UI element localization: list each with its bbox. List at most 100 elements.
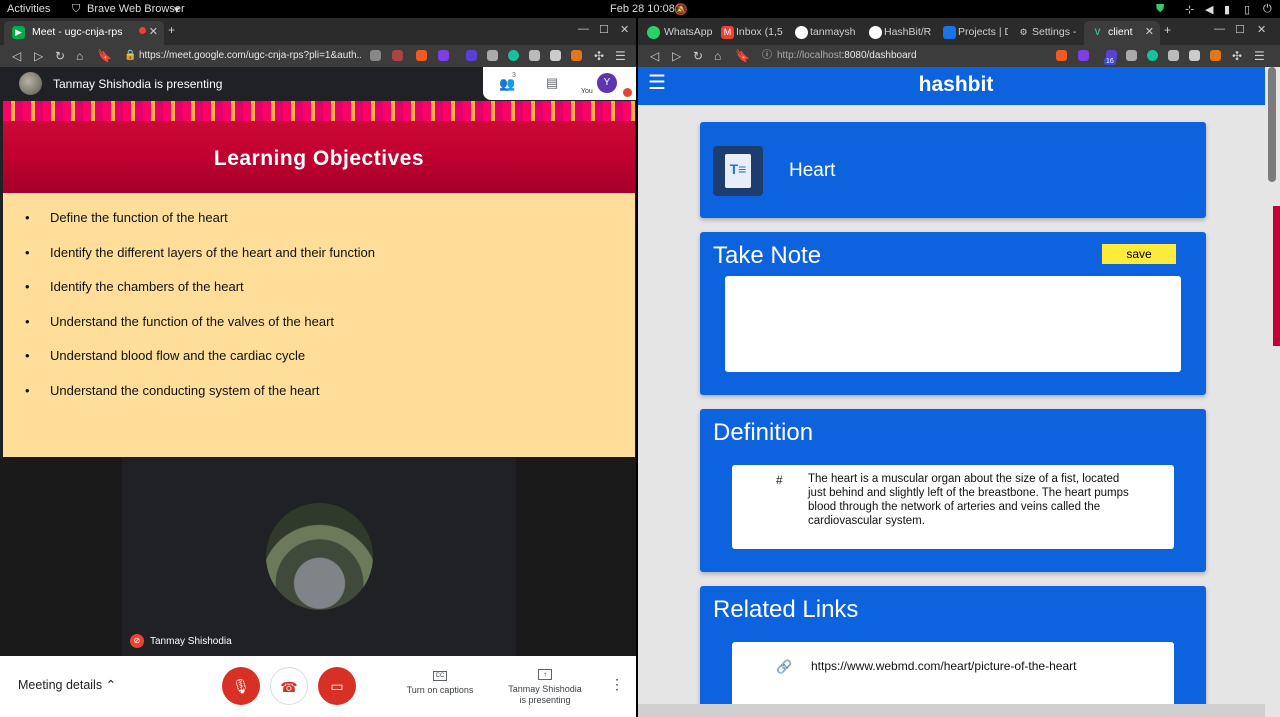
- puzzle-icon[interactable]: ✣: [1232, 49, 1242, 63]
- grammarly-icon[interactable]: [1147, 50, 1158, 61]
- tab-client[interactable]: Vclient ✕: [1084, 21, 1160, 45]
- clock[interactable]: Feb 28 10:08: [610, 3, 675, 15]
- presentation-slide: Learning Objectives Define the function …: [3, 101, 635, 457]
- avatar: [19, 72, 42, 95]
- brave-shield-icon[interactable]: [416, 50, 427, 61]
- home-icon[interactable]: ⌂: [714, 49, 721, 63]
- app-header: ☰ hashbit: [638, 67, 1265, 105]
- scrollbar-thumb[interactable]: [1268, 67, 1276, 182]
- reload-icon[interactable]: ↻: [55, 49, 65, 63]
- maximize-icon[interactable]: ☐: [1235, 23, 1245, 36]
- captions-button[interactable]: CC Turn on captions: [402, 671, 478, 696]
- camera-toggle-button[interactable]: ▭: [318, 667, 356, 705]
- app-menu[interactable]: Brave Web Browser: [87, 3, 185, 15]
- hang-up-button[interactable]: ☎: [270, 667, 308, 705]
- slide-pattern: [3, 101, 635, 121]
- power-icon[interactable]: ⏻: [1263, 3, 1272, 16]
- brave-shield-icon[interactable]: [1056, 50, 1067, 61]
- present-button[interactable]: ↑ Tanmay Shishodia is presenting: [505, 669, 585, 706]
- menu-icon[interactable]: ☰: [1254, 49, 1265, 63]
- mic-blocked-icon[interactable]: [392, 50, 403, 61]
- tab-github[interactable]: tanmaysh: [788, 21, 860, 45]
- presenting-label: Tanmay Shishodia is presenting: [53, 77, 223, 91]
- chat-icon[interactable]: ▤: [546, 75, 558, 91]
- minimize-icon[interactable]: —: [578, 23, 589, 35]
- slide-title: Learning Objectives: [213, 147, 425, 170]
- forward-icon[interactable]: ▷: [672, 49, 681, 63]
- mic-icon[interactable]: ▮: [1224, 3, 1230, 16]
- home-icon[interactable]: ⌂: [76, 49, 83, 63]
- reload-icon[interactable]: ↻: [693, 49, 703, 63]
- extension-icon[interactable]: [1189, 50, 1200, 61]
- document-icon: T≡: [713, 146, 763, 196]
- rewards-icon[interactable]: [1078, 50, 1089, 61]
- tab-title: Projects | D: [958, 26, 1008, 38]
- extension-icon[interactable]: [550, 50, 561, 61]
- metamask-icon[interactable]: [1210, 50, 1221, 61]
- close-tab-icon[interactable]: ✕: [149, 25, 158, 38]
- meet-top-bar: Tanmay Shishodia is presenting 👥 3 ▤ Y Y…: [0, 67, 636, 101]
- horizontal-scrollbar[interactable]: [638, 704, 1265, 717]
- tab-projects[interactable]: Projects | D: [936, 21, 1008, 45]
- github-icon: [795, 26, 808, 39]
- avatar[interactable]: Y: [597, 73, 617, 93]
- extension-icon[interactable]: [1168, 50, 1179, 61]
- list-item: Identify the different layers of the hea…: [25, 245, 375, 280]
- extension-icon[interactable]: [1126, 50, 1137, 61]
- tab-whatsapp[interactable]: WhatsApp: [640, 21, 712, 45]
- url-field[interactable]: https://meet.google.com/ugc-cnja-rps?pli…: [139, 48, 361, 64]
- tab-hashbit-repo[interactable]: HashBit/R: [862, 21, 934, 45]
- tab-title: Meet - ugc-cnja-rps: [32, 26, 123, 38]
- minimize-icon[interactable]: —: [1214, 23, 1225, 35]
- camera-icon[interactable]: [370, 50, 381, 61]
- extension-badge: 16: [1104, 58, 1116, 65]
- menu-icon[interactable]: ☰: [615, 49, 626, 63]
- avatar: [266, 503, 373, 610]
- new-tab-button[interactable]: +: [1164, 23, 1171, 37]
- bookmark-icon[interactable]: 🔖: [97, 49, 112, 63]
- more-options-icon[interactable]: ⋮: [610, 676, 624, 693]
- tab-meet[interactable]: ▶ Meet - ugc-cnja-rps ✕: [4, 21, 164, 45]
- extension-icon[interactable]: [529, 50, 540, 61]
- close-window-icon[interactable]: ✕: [1257, 23, 1266, 36]
- definition-text: The heart is a muscular organ about the …: [808, 473, 1129, 527]
- forward-icon[interactable]: ▷: [34, 49, 43, 63]
- tab-inbox[interactable]: M Inbox (1,5: [714, 21, 786, 45]
- bookmark-icon[interactable]: 🔖: [735, 49, 750, 63]
- note-textarea[interactable]: [725, 276, 1181, 372]
- participant-tile[interactable]: ⊘ Tanmay Shishodia: [122, 457, 516, 656]
- extension-icon[interactable]: [487, 50, 498, 61]
- tab-settings[interactable]: ⚙ Settings -: [1010, 21, 1082, 45]
- mic-off-icon: ⊘: [130, 634, 144, 648]
- slide-header: Learning Objectives: [3, 101, 635, 193]
- extension-icon[interactable]: [466, 50, 477, 61]
- close-window-icon[interactable]: ✕: [620, 23, 629, 36]
- back-icon[interactable]: ◁: [12, 49, 21, 63]
- puzzle-icon[interactable]: ✣: [594, 49, 604, 63]
- vertical-scrollbar[interactable]: [1265, 67, 1280, 717]
- shield-icon[interactable]: ⛊: [1156, 3, 1164, 16]
- url-field[interactable]: http://localhost:8080/dashboard: [777, 48, 1057, 64]
- network-icon[interactable]: ⊹: [1185, 3, 1194, 16]
- maximize-icon[interactable]: ☐: [599, 23, 609, 36]
- back-icon[interactable]: ◁: [650, 49, 659, 63]
- battery-icon[interactable]: ▯: [1244, 3, 1250, 16]
- mic-toggle-button[interactable]: 🎙: [222, 667, 260, 705]
- captions-label: Turn on captions: [406, 685, 474, 695]
- vue-icon: V: [1094, 27, 1101, 37]
- meeting-details-button[interactable]: Meeting details ⌃: [18, 677, 116, 692]
- activities-button[interactable]: Activities: [7, 3, 50, 15]
- grammarly-icon[interactable]: [508, 50, 519, 61]
- related-links-heading: Related Links: [713, 596, 859, 623]
- rewards-icon[interactable]: [438, 50, 449, 61]
- volume-icon[interactable]: ◀: [1205, 3, 1213, 16]
- save-button[interactable]: save: [1102, 244, 1176, 264]
- doc-glyph: T≡: [725, 154, 751, 188]
- close-tab-icon[interactable]: ✕: [1145, 25, 1154, 38]
- related-link[interactable]: https://www.webmd.com/heart/picture-of-t…: [811, 659, 1111, 673]
- notifications-off-icon: 🔕: [674, 4, 688, 16]
- topic-card: T≡ Heart: [700, 122, 1206, 218]
- metamask-icon[interactable]: [571, 50, 582, 61]
- definition-heading: Definition: [713, 419, 814, 446]
- new-tab-button[interactable]: +: [168, 23, 175, 37]
